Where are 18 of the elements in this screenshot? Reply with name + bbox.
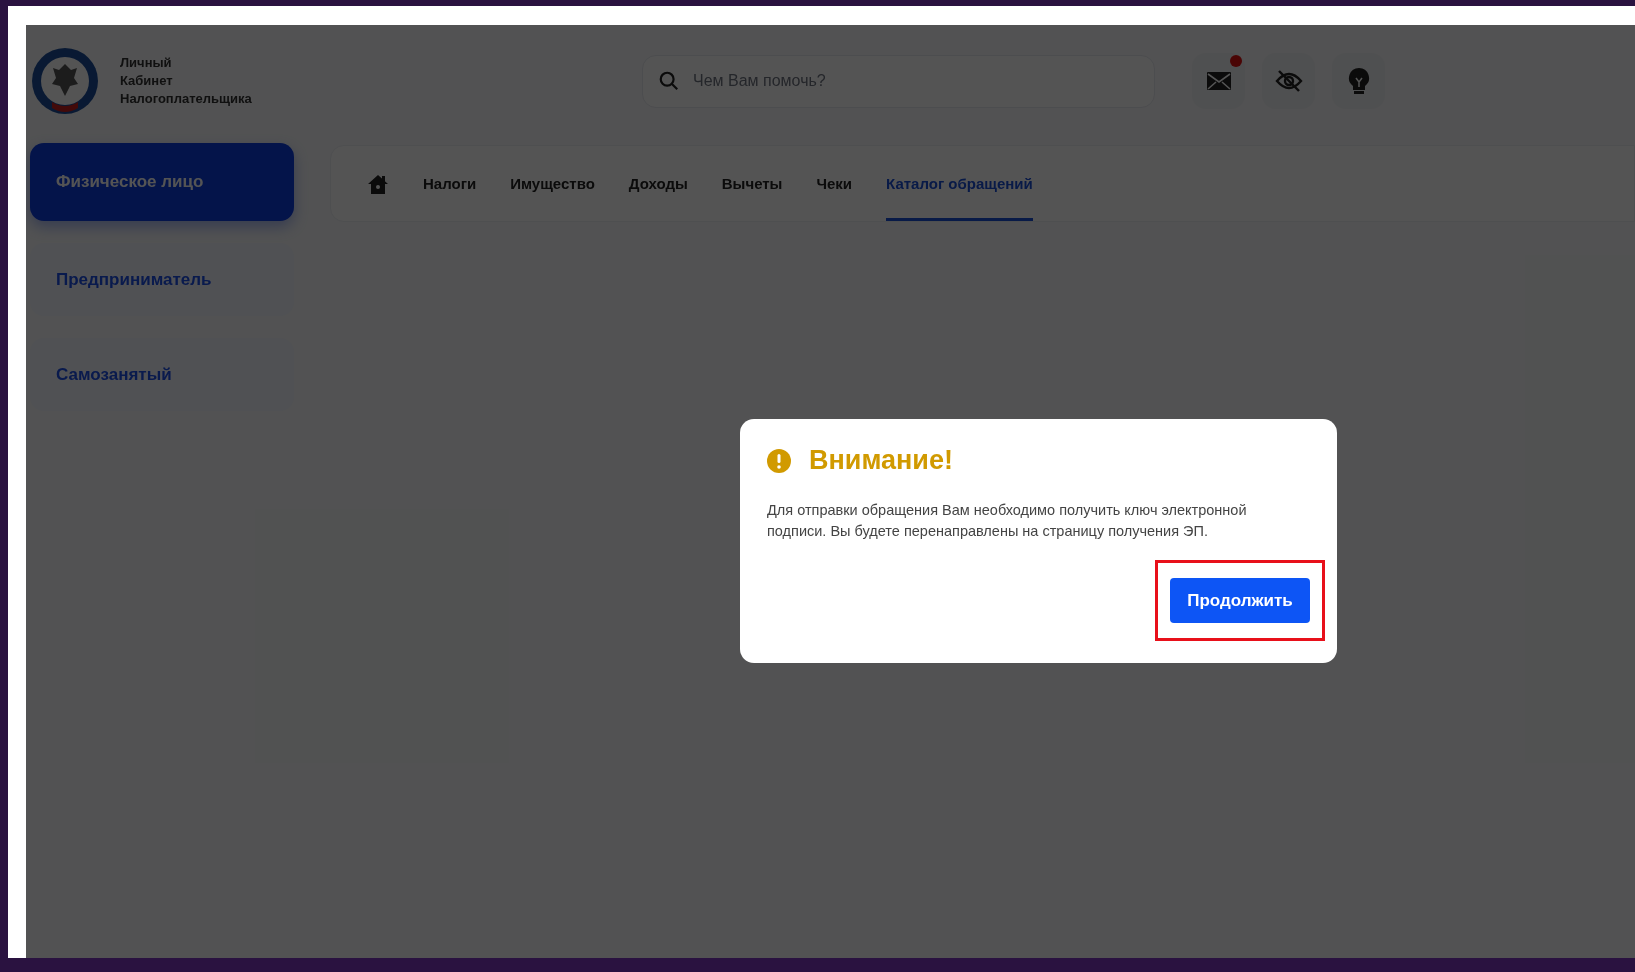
nav-tab[interactable]: Каталог обращений <box>886 146 1033 221</box>
eye-slash-icon <box>1274 69 1303 93</box>
search-icon <box>658 69 680 92</box>
exclamation-icon <box>767 448 791 473</box>
lightbulb-icon <box>1347 67 1370 95</box>
nav-tab[interactable]: Доходы <box>628 146 688 221</box>
dialog-message: Для отправки обращения Вам необходимо получить ключ электронной подписи. Вы будете перенаправлены на страницу получения ЭП. <box>767 501 1248 541</box>
nav-tab[interactable]: Имущество <box>510 146 595 221</box>
envelope-icon <box>1206 72 1231 90</box>
dialog-title: Внимание! <box>809 445 953 476</box>
sidebar-item[interactable]: Физическое лицо <box>30 143 294 221</box>
house-icon <box>367 172 389 195</box>
nav-tab[interactable]: Чеки <box>816 146 853 221</box>
emblem-logo <box>30 46 100 116</box>
continue-button[interactable]: Продолжить <box>1170 578 1310 623</box>
nav-tab[interactable]: Вычеты <box>721 146 783 221</box>
cabinet-title: Личный Кабинет Налогоплательщика <box>120 54 252 108</box>
nav-tab[interactable]: Налоги <box>423 146 477 221</box>
